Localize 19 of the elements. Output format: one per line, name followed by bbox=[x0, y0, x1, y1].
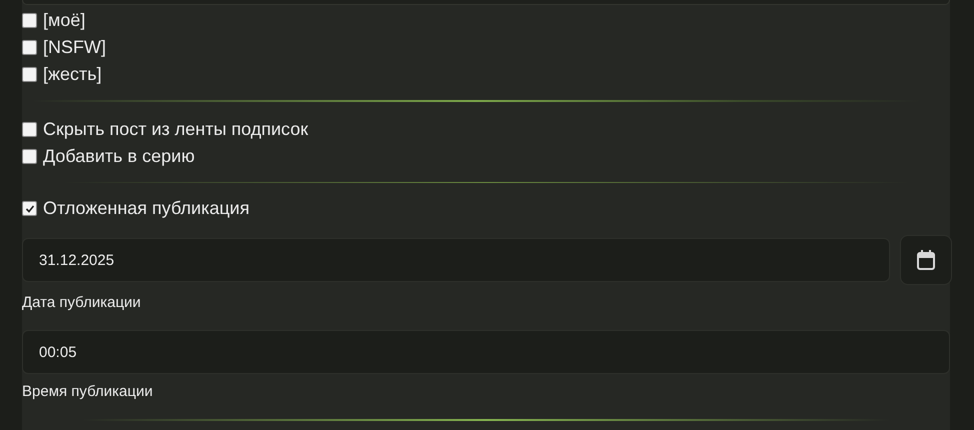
checkbox[interactable] bbox=[22, 149, 37, 164]
checkbox[interactable] bbox=[22, 122, 37, 137]
checkbox-label: [жесть] bbox=[43, 64, 102, 85]
checkbox-label: [моё] bbox=[43, 10, 86, 31]
calendar-icon bbox=[916, 249, 936, 271]
field-label: Дата публикации bbox=[22, 294, 142, 313]
calendar-button[interactable] bbox=[900, 235, 952, 285]
time-field[interactable]: 00:05 bbox=[22, 330, 950, 374]
checkbox[interactable] bbox=[22, 201, 37, 216]
checkbox-label: Добавить в серию bbox=[43, 146, 195, 167]
checkbox[interactable] bbox=[22, 13, 37, 28]
checkbox-label: Отложенная публикация bbox=[43, 198, 250, 219]
date-field[interactable]: 31.12.2025 bbox=[22, 238, 890, 282]
checkbox[interactable] bbox=[22, 40, 37, 55]
checkbox-label: Скрыть пост из ленты подписок bbox=[43, 119, 308, 140]
checkbox[interactable] bbox=[22, 67, 37, 82]
check-icon bbox=[24, 204, 34, 214]
checkbox-label: [NSFW] bbox=[43, 37, 106, 58]
field-label: Время публикации bbox=[22, 383, 154, 402]
